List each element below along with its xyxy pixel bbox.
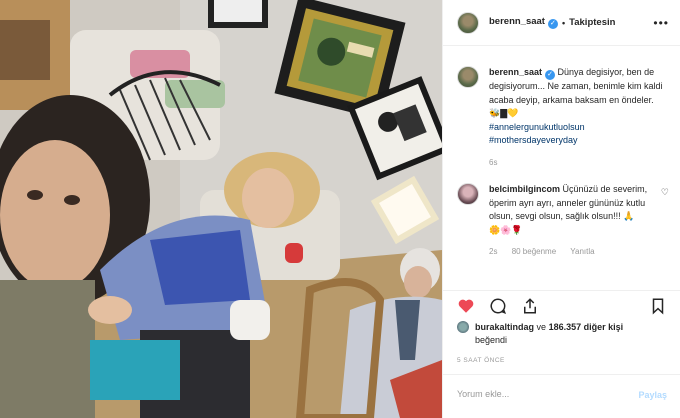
follow-status-button[interactable]: Takiptesin — [569, 17, 615, 28]
post-actions — [443, 290, 680, 320]
post-photo[interactable] — [0, 0, 442, 418]
likes-count[interactable]: 186.357 diğer kişi — [549, 322, 624, 332]
liker-username[interactable]: burakaltindag — [475, 322, 534, 332]
caption-username[interactable]: berenn_saat ✓ — [489, 67, 556, 80]
comment-age[interactable]: 2s — [489, 247, 497, 256]
more-icon[interactable]: ••• — [653, 16, 669, 30]
comment-icon[interactable] — [489, 297, 507, 315]
post-timestamp[interactable]: 5 SAAT ÖNCE — [457, 357, 505, 364]
liker-avatar[interactable] — [457, 321, 469, 333]
comments-section: berenn_saat ✓ Dünya degisiyor, ben de deg… — [443, 46, 680, 290]
comment-input[interactable] — [457, 389, 607, 399]
caption-meta: 6s — [489, 156, 667, 170]
caption-body: berenn_saat ✓ Dünya degisiyor, ben de deg… — [489, 66, 667, 169]
comment-body: belcimbilgincom Üçünüzü de severim, öper… — [489, 183, 667, 259]
share-icon[interactable] — [521, 297, 539, 315]
post-comment-button[interactable]: Paylaş — [638, 390, 667, 400]
likes-summary: burakaltindag ve 186.357 diğer kişi beğe… — [457, 321, 677, 347]
commenter-avatar[interactable] — [457, 183, 479, 205]
caption-avatar[interactable] — [457, 66, 479, 88]
verified-badge-icon: ✓ — [545, 70, 556, 80]
comment-item: belcimbilgincom Üçünüzü de severim, öper… — [457, 183, 669, 259]
verified-badge-icon: ✓ — [547, 19, 558, 29]
add-comment-bar: Paylaş — [443, 374, 680, 418]
comment-likes[interactable]: 80 beğenme — [512, 247, 556, 256]
post-header: berenn_saat ✓ • Takiptesin ••• — [443, 0, 680, 46]
hashtag-link[interactable]: #mothersdayeveryday — [489, 135, 578, 145]
likes-connector: ve — [536, 322, 547, 332]
comment-meta: 2s 80 beğenme Yanıtla — [489, 245, 667, 259]
caption-age[interactable]: 6s — [489, 158, 497, 167]
heart-icon[interactable] — [457, 297, 475, 315]
author-username[interactable]: berenn_saat ✓ — [489, 16, 558, 29]
reply-button[interactable]: Yanıtla — [570, 247, 594, 256]
author-avatar[interactable] — [457, 11, 479, 34]
caption: berenn_saat ✓ Dünya degisiyor, ben de deg… — [457, 66, 667, 169]
commenter-username[interactable]: belcimbilgincom — [489, 184, 560, 194]
bookmark-icon[interactable] — [649, 297, 667, 315]
post-photo-image — [0, 0, 442, 418]
post-sidebar: berenn_saat ✓ • Takiptesin ••• berenn_saa… — [442, 0, 680, 418]
separator-dot: • — [561, 17, 566, 28]
comment-emojis: 🌼🌸🌹 — [489, 224, 523, 235]
comment-like-heart-icon[interactable]: ♡ — [661, 187, 669, 198]
likes-suffix: beğendi — [475, 335, 508, 345]
hashtag-link[interactable]: #annelergunukutluolsun — [489, 122, 585, 132]
